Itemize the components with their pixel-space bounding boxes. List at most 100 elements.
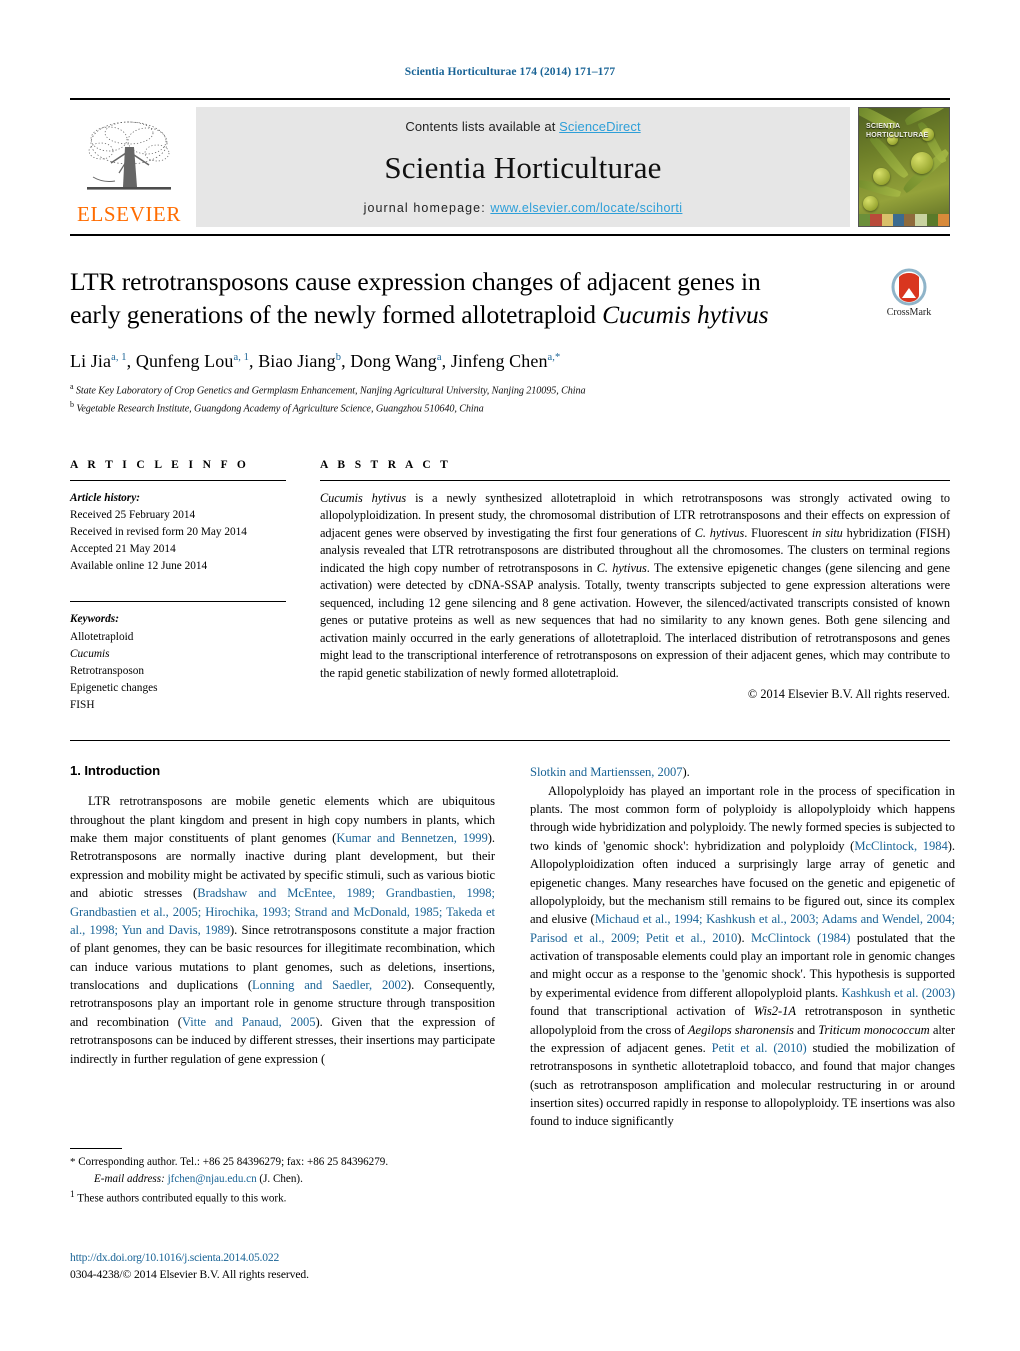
citation-link[interactable]: Kashkush et al. (2003) [841, 986, 955, 1000]
author-affil-marker: a,* [547, 352, 561, 364]
journal-masthead: ELSEVIER Contents lists available at Sci… [70, 98, 950, 236]
footnote-corresponding-author: * Corresponding author. Tel.: +86 25 843… [70, 1155, 495, 1171]
masthead-top-rule [70, 98, 950, 100]
cover-title: SCIENTIA HORTICULTURAE [866, 122, 928, 141]
article-info-rule [70, 479, 286, 481]
citation-link[interactable]: Kumar and Bennetzen, 1999 [336, 831, 487, 845]
cover-title-line1: SCIENTIA [866, 123, 901, 130]
doi-link[interactable]: http://dx.doi.org/10.1016/j.scienta.2014… [70, 1250, 510, 1267]
article-info-column: A R T I C L E I N F O Article history: R… [70, 459, 320, 715]
history-item: Received in revised form 20 May 2014 [70, 525, 247, 538]
crossmark-icon [891, 268, 927, 306]
keywords-rule [70, 601, 286, 603]
contents-prefix: Contents lists available at [405, 119, 560, 134]
author-affil-marker: a, 1 [233, 352, 249, 364]
intro-paragraph-left: LTR retrotransposons are mobile genetic … [70, 792, 495, 1068]
footnote-equal-contribution: 1 These authors contributed equally to t… [70, 1189, 495, 1207]
footnote-equal-text: These authors contributed equally to thi… [77, 1192, 287, 1205]
abstract-part-4: . The extensive epigenetic changes (gene… [320, 560, 950, 680]
footnote-email: E-mail address: jfchen@njau.edu.cn (J. C… [70, 1172, 495, 1188]
abstract-copyright: © 2014 Elsevier B.V. All rights reserved… [747, 687, 950, 702]
doi-block: http://dx.doi.org/10.1016/j.scienta.2014… [70, 1250, 510, 1284]
author-name: Jinfeng Chen [450, 351, 548, 372]
affiliation-a: a State Key Laboratory of Crop Genetics … [70, 381, 950, 399]
footnote-number-marker: 1 [70, 1189, 75, 1200]
citation-link[interactable]: McClintock, 1984 [854, 839, 947, 853]
issn-copyright-line: 0304-4238/© 2014 Elsevier B.V. All right… [70, 1267, 309, 1281]
article-title-line1: LTR retrotransposons cause expression ch… [70, 267, 761, 296]
affiliation-a-text: State Key Laboratory of Crop Genetics an… [75, 385, 586, 397]
info-abstract-row: A R T I C L E I N F O Article history: R… [70, 459, 950, 715]
crossmark-badge[interactable]: CrossMark [868, 268, 950, 318]
author-sep: , [341, 351, 351, 372]
author-sep: , [249, 351, 259, 372]
history-item: Available online 12 June 2014 [70, 560, 208, 573]
abstract-part-2: . Fluorescent [744, 525, 812, 540]
footnote-corresponding-text: Corresponding author. Tel.: +86 25 84396… [78, 1156, 389, 1168]
intro2-italic-b: Aegilops sharonensis [687, 1022, 794, 1037]
abstract-lead-species: Cucumis hytivus [320, 490, 407, 505]
footnote-rule [70, 1148, 122, 1149]
author-list: Li Jiaa, 1, Qunfeng Loua, 1, Biao Jiangb… [70, 351, 950, 372]
author-name: Dong Wang [350, 351, 437, 372]
abstract-italic-1: C. hytivus [694, 525, 745, 540]
affiliation-b-marker: b [70, 399, 74, 409]
body-columns: 1. Introduction LTR retrotransposons are… [70, 763, 955, 1131]
elsevier-logo: ELSEVIER [70, 107, 188, 227]
citation-link[interactable]: Vitte and Panaud, 2005 [182, 1015, 316, 1029]
intro-paragraph-right: Allopolyploidy has played an important r… [530, 782, 955, 1131]
author-affil-marker: a, 1 [111, 352, 127, 364]
page-title: LTR retrotransposons cause expression ch… [70, 266, 870, 331]
author-name: Qunfeng Lou [135, 351, 234, 372]
sciencedirect-link[interactable]: ScienceDirect [559, 119, 641, 134]
intro-text-f: ). [682, 765, 690, 780]
affiliation-b-text: Vegetable Research Institute, Guangdong … [76, 403, 484, 415]
article-info-heading: A R T I C L E I N F O [70, 458, 250, 471]
footnote-star-marker: * [70, 1156, 76, 1168]
intro-paragraph-right-cont: Slotkin and Martienssen, 2007). [530, 763, 955, 781]
affiliations: a State Key Laboratory of Crop Genetics … [70, 381, 950, 416]
abstract-heading: A B S T R A C T [320, 458, 452, 471]
intro2-text-g: and [793, 1022, 819, 1037]
masthead-center-band: Contents lists available at ScienceDirec… [196, 107, 850, 227]
paper-page: Scientia Horticulturae 174 (2014) 171–17… [0, 0, 1020, 1351]
keyword-item: Allotetraploid [70, 630, 134, 643]
journal-title: Scientia Horticulturae [384, 150, 662, 185]
contents-list-line: Contents lists available at ScienceDirec… [405, 119, 640, 134]
crossmark-label: CrossMark [886, 307, 932, 318]
author-sep: , [126, 351, 136, 372]
history-item: Received 25 February 2014 [70, 508, 196, 521]
footnote-email-label: E-mail address: [94, 1172, 165, 1185]
keywords-block: Keywords: Allotetraploid Cucumis Retrotr… [70, 601, 286, 714]
abstract-text: Cucumis hytivus is a newly synthesized a… [320, 490, 950, 683]
journal-homepage-link[interactable]: www.elsevier.com/locate/scihorti [490, 201, 682, 215]
section-heading-introduction: 1. Introduction [70, 763, 161, 779]
keyword-item: Epigenetic changes [70, 682, 158, 695]
citation-link[interactable]: Lonning and Saedler, 2002 [252, 978, 407, 992]
homepage-prefix: journal homepage: [363, 201, 491, 215]
keyword-item: Retrotransposon [70, 664, 145, 677]
body-column-right: Slotkin and Martienssen, 2007). Allopoly… [530, 763, 955, 1131]
cover-title-line2: HORTICULTURAE [866, 132, 929, 140]
article-history-label: Article history: [70, 491, 140, 504]
intro2-text-c: ). [737, 930, 752, 945]
citation-link[interactable]: McClintock (1984) [751, 931, 850, 945]
citation-link[interactable]: Slotkin and Martienssen, 2007 [530, 765, 683, 779]
author-sep: , [441, 351, 451, 372]
history-item: Accepted 21 May 2014 [70, 543, 176, 556]
keywords-list: Keywords: Allotetraploid Cucumis Retrotr… [70, 611, 286, 714]
title-block: CrossMark LTR retrotransposons cause exp… [70, 266, 950, 417]
article-title-species: Cucumis hytivus [602, 299, 769, 329]
intro2-italic-a: Wis2-1A [753, 1004, 797, 1019]
footnote-email-suffix: (J. Chen). [259, 1172, 303, 1185]
running-head: Scientia Horticulturae 174 (2014) 171–17… [404, 66, 616, 78]
elsevier-wordmark: ELSEVIER [77, 202, 181, 226]
keyword-item: FISH [70, 699, 95, 712]
citation-link[interactable]: Petit et al. (2010) [712, 1041, 807, 1055]
journal-cover-thumbnail: SCIENTIA HORTICULTURAE [858, 107, 950, 227]
abstract-column: A B S T R A C T Cucumis hytivus is a new… [320, 459, 950, 715]
email-link[interactable]: jfchen@njau.edu.cn [168, 1173, 257, 1185]
abstract-italic-3: C. hytivus [596, 560, 647, 575]
cover-color-strip [859, 214, 949, 226]
keyword-item: Cucumis [70, 647, 110, 660]
